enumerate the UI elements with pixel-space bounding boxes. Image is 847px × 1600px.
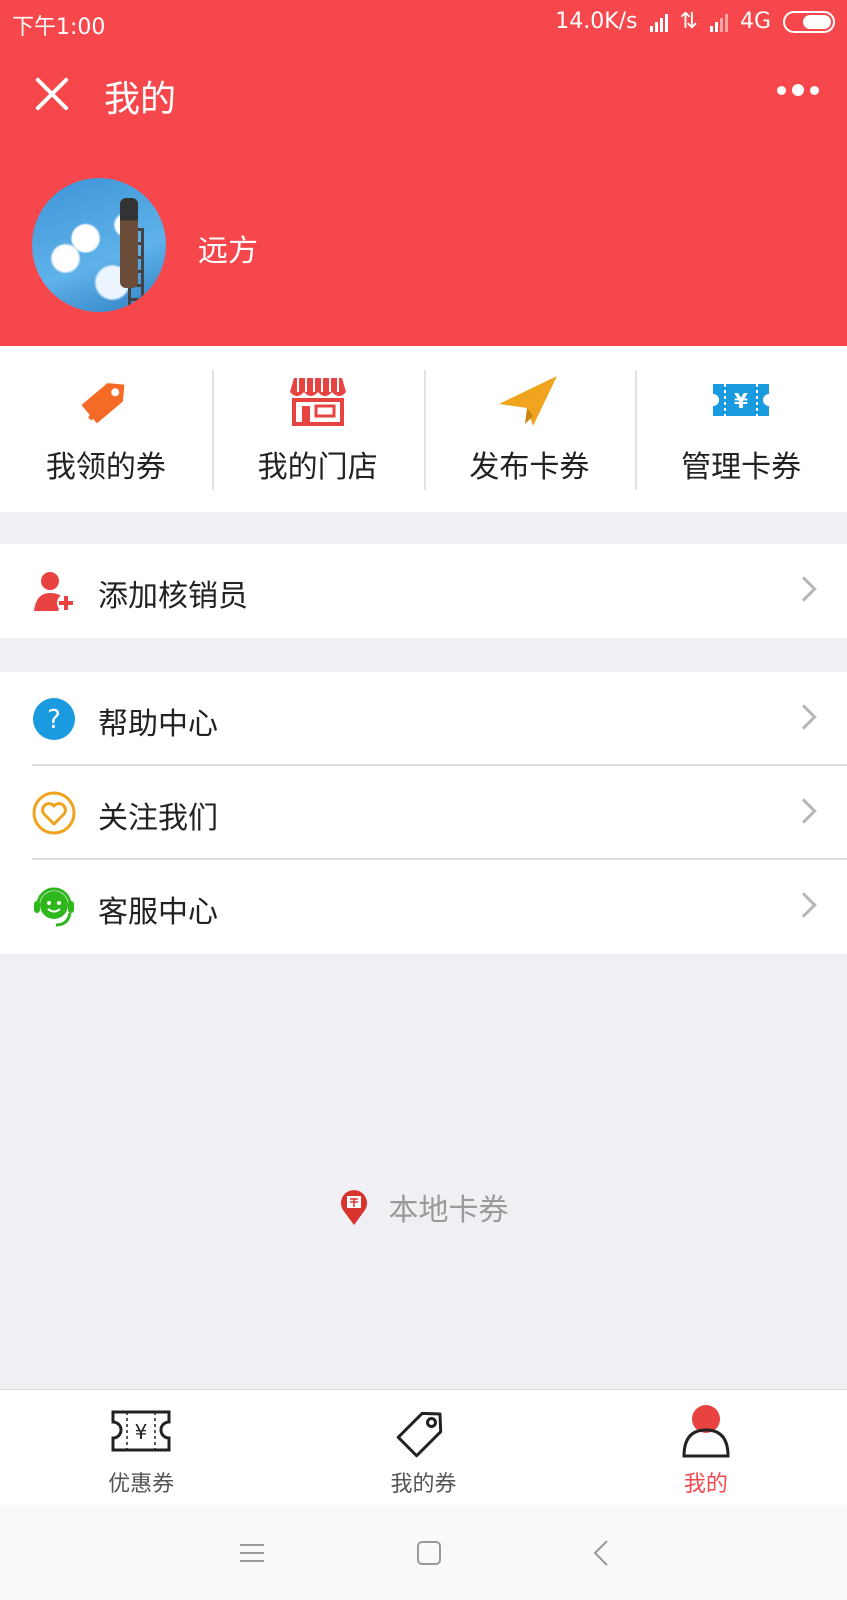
menu-customer-service[interactable]: 客服中心 [0, 860, 847, 954]
tab-bar: ¥ 优惠券 我的券 我的 [0, 1389, 847, 1505]
nav-bar: 我的 [0, 60, 847, 130]
network-type: 4G [739, 9, 771, 34]
quick-my-store[interactable]: 我的门店 [211, 346, 424, 512]
menu-follow-us[interactable]: 关注我们 [0, 766, 847, 860]
footer-brand-label: 本地卡券 [388, 1193, 509, 1228]
signal-icon [649, 12, 668, 32]
network-speed: 14.0K/s [555, 9, 638, 34]
tab-mine[interactable]: 我的 [565, 1390, 847, 1505]
status-indicators: 14.0K/s ⇅ 4G [555, 9, 835, 34]
paper-plane-icon [499, 376, 558, 426]
chevron-right-icon [791, 704, 817, 730]
quick-publish-card[interactable]: 发布卡券 [423, 346, 636, 512]
close-icon[interactable] [32, 74, 72, 114]
ticket-yen-icon: ¥ [713, 384, 770, 416]
customer-service-icon [34, 887, 74, 927]
svg-text:?: ? [47, 705, 61, 735]
system-nav-bar [0, 1505, 847, 1600]
tab-label: 我的 [683, 1472, 728, 1497]
quick-manage-cards[interactable]: ¥ 管理卡券 [635, 346, 847, 512]
yen-ticket-icon: ¥ [111, 1410, 171, 1452]
heart-icon [32, 791, 76, 835]
tab-my-coupons[interactable]: 我的券 [282, 1390, 564, 1505]
location-pin-icon [340, 1190, 367, 1225]
home-icon[interactable] [416, 1540, 442, 1566]
person-icon [682, 1405, 730, 1458]
menu-add-verifier[interactable]: 添加核销员 [0, 544, 847, 638]
tab-label: 我的券 [390, 1472, 457, 1497]
tag-icon [397, 1411, 443, 1458]
verifier-group: 添加核销员 [0, 544, 847, 638]
back-icon[interactable] [592, 1539, 610, 1567]
quick-label: 我的门店 [257, 450, 378, 485]
menu-icon[interactable] [238, 1541, 266, 1565]
tab-label: 优惠券 [108, 1472, 175, 1497]
help-group: ? 帮助中心 关注我们 客服中心 [0, 672, 847, 954]
menu-help-center[interactable]: ? 帮助中心 [0, 672, 847, 766]
menu-label: 客服中心 [98, 895, 218, 930]
svg-text:¥: ¥ [734, 389, 748, 413]
add-user-icon [34, 572, 75, 612]
quick-label: 管理卡券 [681, 450, 802, 485]
status-bar: 下午1:00 14.0K/s ⇅ 4G [0, 0, 847, 46]
more-icon[interactable] [777, 84, 819, 96]
quick-label: 发布卡券 [469, 450, 590, 485]
menu-label: 添加核销员 [98, 579, 248, 614]
quick-actions: 我领的券 我的门店 发布卡券 ¥ 管理卡券 [0, 346, 847, 512]
battery-icon [783, 10, 835, 33]
quick-label: 我领的券 [45, 450, 166, 485]
coupon-tag-icon [81, 383, 125, 424]
chevron-right-icon [791, 576, 817, 602]
footer-brand: 本地卡券 [0, 1185, 847, 1229]
store-icon [289, 378, 346, 426]
chevron-right-icon [791, 798, 817, 824]
tab-coupons[interactable]: ¥ 优惠券 [0, 1390, 282, 1505]
quick-my-coupons[interactable]: 我领的券 [0, 346, 212, 512]
data-transfer-icon: ⇅ [679, 9, 698, 34]
svg-text:¥: ¥ [135, 1420, 148, 1444]
menu-label: 帮助中心 [98, 707, 218, 742]
status-time: 下午1:00 [12, 15, 106, 40]
page-title: 我的 [104, 79, 177, 120]
help-icon: ? [33, 698, 75, 740]
username: 远方 [198, 234, 258, 269]
avatar[interactable] [32, 178, 166, 312]
signal-icon-2 [709, 12, 728, 32]
header: 下午1:00 14.0K/s ⇅ 4G 我的 远方 [0, 0, 847, 346]
menu-label: 关注我们 [98, 801, 218, 836]
chevron-right-icon [791, 892, 817, 918]
